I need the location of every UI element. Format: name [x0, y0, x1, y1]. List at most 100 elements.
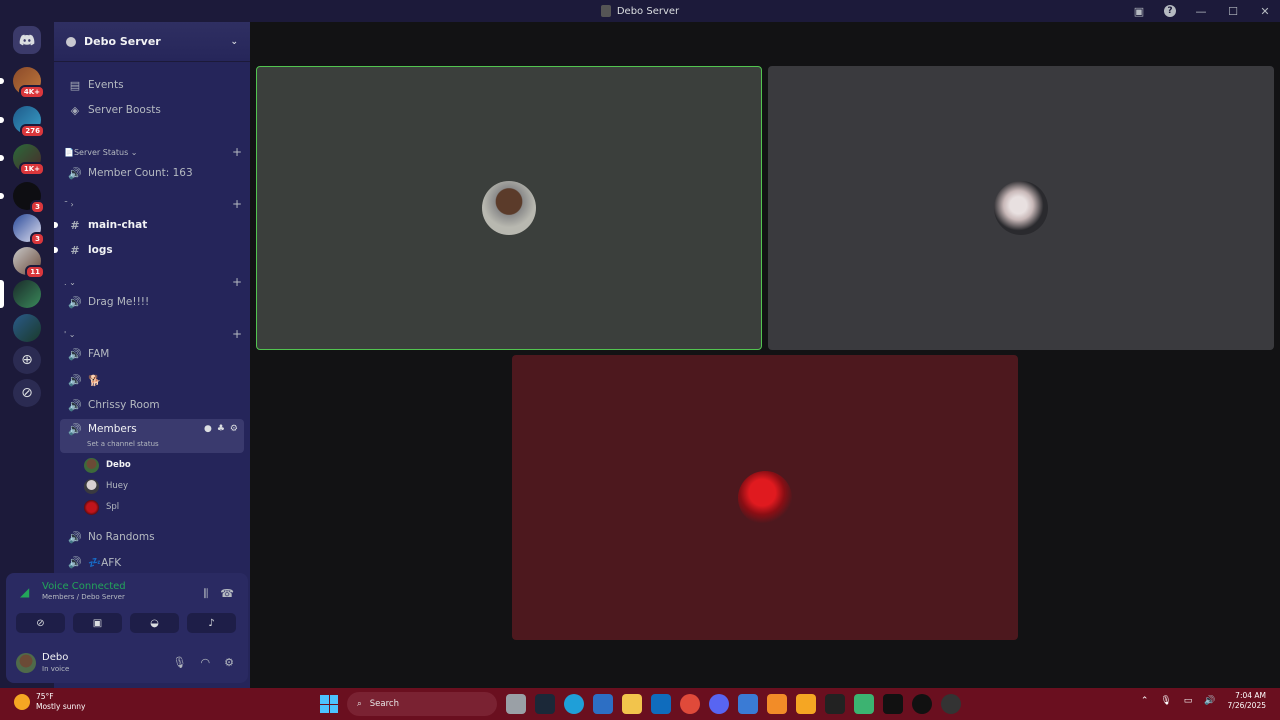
noise-suppression-icon[interactable]: ⫼ — [203, 587, 208, 601]
events-item[interactable]: ▤ Events — [60, 74, 244, 96]
server-icon-2[interactable]: 276 — [0, 106, 45, 138]
clock[interactable]: 7:04 AM 7/26/2025 — [1228, 691, 1266, 711]
minimize-button[interactable]: — — [1194, 5, 1208, 18]
discord-icon[interactable] — [709, 694, 729, 714]
search-box[interactable]: ⌕ Search — [347, 692, 497, 716]
channel-chrissy-room[interactable]: 🔊 Chrissy Room — [60, 394, 244, 416]
invite-icon[interactable]: ♣ — [217, 424, 225, 434]
edge-icon[interactable] — [564, 694, 584, 714]
channel-main-chat[interactable]: # main-chat — [54, 214, 244, 236]
voice-user-name: Debo — [106, 460, 131, 470]
channel-status[interactable]: Set a channel status — [87, 440, 159, 448]
title-bar: Debo Server ▣ ? — ☐ ✕ — [0, 0, 1280, 22]
category-label: 📄Server Status ⌄ — [64, 147, 138, 157]
chat-icon[interactable]: ● — [204, 424, 212, 434]
category-4[interactable]: ' ⌄ + — [64, 327, 242, 341]
server-icon-5[interactable]: 3 — [13, 214, 45, 246]
voice-user-spl[interactable]: Spl — [84, 498, 119, 516]
channel-fam[interactable]: 🔊 FAM — [60, 343, 244, 365]
microphone-icon[interactable]: 🎙 — [173, 656, 187, 669]
channel-members[interactable]: 🔊 Members Set a channel status ● ♣ ⚙ — [60, 419, 244, 453]
maximize-button[interactable]: ☐ — [1226, 5, 1240, 18]
network-icon[interactable]: ▭ — [1184, 696, 1193, 706]
headphones-icon[interactable]: ◠ — [201, 656, 211, 669]
screen-share-icon: ▣ — [92, 617, 103, 629]
add-channel-icon[interactable]: + — [232, 327, 242, 341]
channel-no-randoms[interactable]: 🔊 No Randoms — [60, 526, 244, 548]
app-icon[interactable] — [767, 694, 787, 714]
channel-label: Drag Me!!!! — [88, 296, 150, 308]
server-icon-1[interactable]: 4K+ — [0, 67, 45, 99]
start-button[interactable] — [320, 695, 338, 713]
server-icon-3[interactable]: 1K+ — [0, 144, 45, 176]
voice-status[interactable]: ◢ Voice Connected Members / Debo Server — [20, 581, 126, 601]
discover-button[interactable]: ⊘ — [13, 379, 41, 407]
channel-label: Chrissy Room — [88, 399, 160, 411]
channel-logs[interactable]: # logs — [54, 239, 244, 261]
screen-share-button[interactable]: ▣ — [73, 613, 122, 633]
channel-drag-me[interactable]: 🔊 Drag Me!!!! — [60, 291, 244, 313]
volume-icon[interactable]: 🔊 — [1204, 696, 1215, 706]
server-icon-debo[interactable] — [0, 280, 41, 308]
voice-user-name: Huey — [106, 481, 129, 491]
gear-icon[interactable]: ⚙ — [230, 424, 238, 434]
voice-user-debo[interactable]: Debo — [84, 456, 131, 474]
inbox-icon[interactable]: ▣ — [1132, 5, 1146, 18]
add-server-button[interactable]: ⊕ — [13, 346, 41, 374]
steam-icon[interactable] — [535, 694, 555, 714]
category-3[interactable]: . ⌄ + — [64, 275, 242, 289]
channel-member-count[interactable]: 🔊 Member Count: 163 — [60, 162, 244, 184]
window-title: Debo Server — [600, 5, 679, 17]
file-explorer-icon[interactable] — [622, 694, 642, 714]
app-icon[interactable] — [854, 694, 874, 714]
participant-tile-debo[interactable] — [256, 66, 762, 350]
call-of-duty-icon[interactable] — [883, 694, 903, 714]
app-icon[interactable] — [912, 694, 932, 714]
participant-avatar — [994, 181, 1048, 235]
app-icon[interactable] — [796, 694, 816, 714]
voice-user-huey[interactable]: Huey — [84, 477, 128, 495]
help-icon[interactable]: ? — [1164, 5, 1176, 17]
add-channel-icon[interactable]: + — [232, 197, 242, 211]
app-icon[interactable] — [738, 694, 758, 714]
home-button[interactable] — [13, 26, 41, 54]
participant-tile-huey[interactable] — [768, 66, 1274, 350]
channel-dog[interactable]: 🔊 🐕 — [60, 369, 244, 391]
gear-icon[interactable]: ⚙ — [224, 656, 234, 669]
voice-location: Members / Debo Server — [42, 593, 125, 601]
chrome-icon[interactable] — [680, 694, 700, 714]
store-icon[interactable] — [593, 694, 613, 714]
add-channel-icon[interactable]: + — [232, 275, 242, 289]
task-view-icon[interactable] — [506, 694, 526, 714]
speaker-icon: 🔊 — [68, 166, 82, 180]
app-icon[interactable] — [825, 694, 845, 714]
chevron-up-icon[interactable]: ⌃ — [1141, 696, 1149, 706]
server-header[interactable]: Debo Server ⌄ — [54, 22, 250, 62]
server-icon-8[interactable] — [13, 314, 41, 342]
server-icon-4[interactable]: 3 — [0, 182, 45, 214]
channel-afk[interactable]: 🔊 💤AFK — [60, 551, 244, 573]
camera-button[interactable]: ⊘ — [16, 613, 65, 633]
category-2[interactable]: ˜ › + — [64, 197, 242, 211]
soundboard-icon: ♪ — [208, 617, 215, 629]
outlook-icon[interactable] — [651, 694, 671, 714]
server-boosts-item[interactable]: ◈ Server Boosts — [60, 99, 244, 121]
microphone-icon[interactable]: 🎙 — [1160, 696, 1171, 706]
user-panel[interactable]: Debo In voice 🎙 ◠ ⚙ — [16, 651, 238, 677]
chevron-down-icon: ⌄ — [230, 36, 238, 47]
voice-stage — [250, 22, 1280, 688]
server-icon-6[interactable]: 11 — [13, 247, 45, 279]
user-status: In voice — [42, 665, 70, 673]
soundboard-button[interactable]: ♪ — [187, 613, 236, 633]
activity-button[interactable]: ◒ — [130, 613, 179, 633]
close-button[interactable]: ✕ — [1258, 5, 1272, 18]
add-channel-icon[interactable]: + — [232, 145, 242, 159]
participant-tile-spl[interactable] — [512, 355, 1018, 640]
avatar — [84, 499, 99, 515]
weather-widget[interactable]: 75°F Mostly sunny — [14, 692, 85, 712]
speaker-icon: 🔊 — [68, 295, 82, 309]
obs-icon[interactable] — [941, 694, 961, 714]
disconnect-icon[interactable]: ☎ — [220, 587, 234, 601]
hashtag-icon: # — [70, 218, 80, 232]
category-server-status[interactable]: 📄Server Status ⌄ + — [64, 145, 242, 159]
